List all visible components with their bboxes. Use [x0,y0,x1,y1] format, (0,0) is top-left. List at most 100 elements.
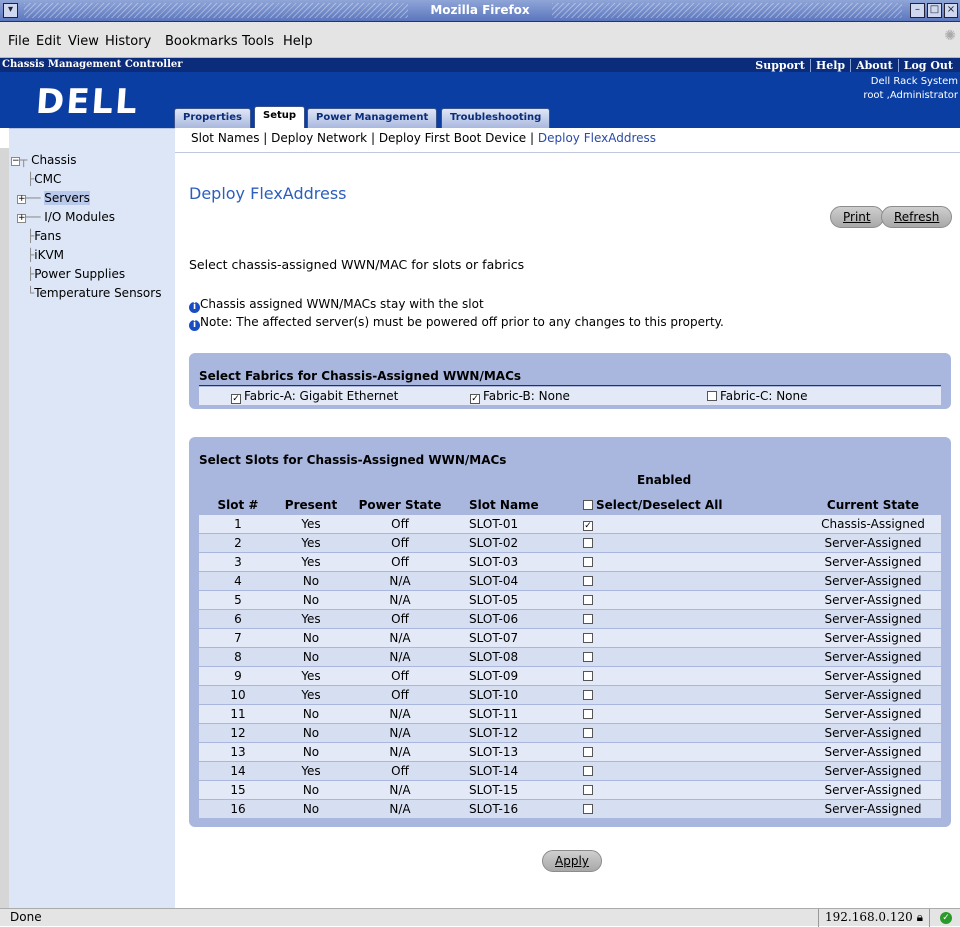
table-row: 8 No N/A SLOT-08 Server-Assigned [199,646,941,666]
slot-name-cell: SLOT-12 [455,722,575,742]
slot-enabled-checkbox[interactable]: ✓ [583,521,593,531]
power-state-cell: Off [345,608,455,628]
power-state-cell: Off [345,760,455,780]
app-title: Chassis Management Controller [2,59,183,70]
present-cell: No [277,627,345,647]
slot-number: 1 [199,513,277,533]
subnav-sep: | [370,131,375,145]
slots-title: Select Slots for Chassis-Assigned WWN/MA… [199,453,507,467]
current-state-cell: Server-Assigned [805,532,941,552]
slot-enabled-checkbox[interactable] [583,556,593,567]
menu-tools[interactable]: Tools [242,34,274,49]
subnav-deploy-flexaddress[interactable]: Deploy FlexAddress [538,131,656,145]
table-row: 5 No N/A SLOT-05 Server-Assigned [199,589,941,609]
tree-item-servers[interactable]: +── Servers [17,191,90,205]
fabric-b-checkbox[interactable]: ✓ [470,394,480,404]
slot-enabled-checkbox[interactable] [583,632,593,643]
menu-file[interactable]: File [8,34,30,49]
tree-item-temperature-sensors[interactable]: └Temperature Sensors [27,286,161,300]
power-state-cell: N/A [345,589,455,609]
tab-setup[interactable]: Setup [254,106,306,128]
slot-enabled-checkbox[interactable] [583,727,593,738]
slot-enabled-checkbox[interactable] [583,651,593,662]
refresh-button[interactable]: Refresh [881,206,953,228]
tree-item-cmc[interactable]: ├CMC [27,172,61,186]
tree-item-chassis[interactable]: −┬ Chassis [11,153,77,167]
note-2-text: Note: The affected server(s) must be pow… [200,315,724,329]
slot-name-cell: SLOT-04 [455,570,575,590]
enabled-cell [575,798,805,818]
fabric-b-option[interactable]: ✓ Fabric-B: None [470,389,570,404]
collapse-icon[interactable]: − [11,157,20,166]
current-state-cell: Server-Assigned [805,646,941,666]
subnav: Slot Names | Deploy Network | Deploy Fir… [191,131,656,145]
slot-number: 3 [199,551,277,571]
tree-item-fans[interactable]: ├Fans [27,229,61,243]
table-row: 12 No N/A SLOT-12 Server-Assigned [199,722,941,742]
enabled-cell [575,646,805,666]
subnav-deploy-first-boot[interactable]: Deploy First Boot Device [379,131,526,145]
table-row: 15 No N/A SLOT-15 Server-Assigned [199,779,941,799]
col-select-all[interactable]: Select/Deselect All [575,497,805,514]
slot-enabled-checkbox[interactable] [583,537,593,548]
subnav-slot-names[interactable]: Slot Names [191,131,259,145]
slot-enabled-checkbox[interactable] [583,594,593,605]
slot-enabled-checkbox[interactable] [583,746,593,757]
title-bar: ▾ Mozilla Firefox – □ × [0,0,960,22]
status-bar: Done 192.168.0.120 🔒︎ ✓ [0,908,960,927]
apply-button[interactable]: Apply [542,850,602,872]
slot-number: 13 [199,741,277,761]
tree-item-power-supplies[interactable]: ├Power Supplies [27,267,125,281]
support-link[interactable]: Support [750,59,810,72]
col-slot: Slot # [217,498,259,513]
slot-enabled-checkbox[interactable] [583,765,593,776]
slot-enabled-checkbox[interactable] [583,784,593,795]
menu-view[interactable]: View [68,34,99,49]
table-row: 16 No N/A SLOT-16 Server-Assigned [199,798,941,818]
tree-item-ikvm[interactable]: ├iKVM [27,248,64,262]
expand-icon[interactable]: + [17,214,26,223]
maximize-icon[interactable]: □ [927,3,942,18]
enabled-cell [575,589,805,609]
fabric-c-option[interactable]: Fabric-C: None [707,389,808,403]
info-icon: i [189,320,200,331]
help-link[interactable]: Help [809,59,851,72]
slot-enabled-checkbox[interactable] [583,708,593,719]
present-cell: Yes [277,608,345,628]
fabric-a-option[interactable]: ✓ Fabric-A: Gigabit Ethernet [231,389,398,404]
logout-link[interactable]: Log Out [897,59,958,72]
power-state-cell: Off [345,684,455,704]
minimize-icon[interactable]: – [910,3,925,18]
slot-number: 16 [199,798,277,818]
tab-troubleshooting[interactable]: Troubleshooting [441,108,551,128]
tree-item-io-modules[interactable]: +── I/O Modules [17,210,115,224]
fabric-c-checkbox[interactable] [707,391,717,401]
slot-enabled-checkbox[interactable] [583,613,593,624]
slot-name-cell: SLOT-05 [455,589,575,609]
subnav-deploy-network[interactable]: Deploy Network [271,131,367,145]
menu-help[interactable]: Help [283,34,313,49]
menu-history[interactable]: History [105,34,151,49]
slot-enabled-checkbox[interactable] [583,670,593,681]
expand-icon[interactable]: + [17,195,26,204]
about-link[interactable]: About [850,59,898,72]
menu-bookmarks[interactable]: Bookmarks [165,34,238,49]
slot-enabled-checkbox[interactable] [583,689,593,700]
menu-edit[interactable]: Edit [36,34,61,49]
user-name: root ,Administrator [863,90,958,101]
enabled-cell [575,532,805,552]
slot-enabled-checkbox[interactable] [583,575,593,586]
close-icon[interactable]: × [944,3,958,18]
table-row: 1 Yes Off SLOT-01 ✓ Chassis-Assigned [199,513,941,533]
fabric-a-checkbox[interactable]: ✓ [231,394,241,404]
present-cell: No [277,798,345,818]
slot-enabled-checkbox[interactable] [583,803,593,814]
present-cell: No [277,646,345,666]
print-button[interactable]: Print [830,206,884,228]
sidebar-tree: −┬ Chassis ├CMC +── Servers +── I/O Modu… [9,128,175,908]
table-row: 3 Yes Off SLOT-03 Server-Assigned [199,551,941,571]
tab-power-management[interactable]: Power Management [307,108,438,128]
select-all-checkbox[interactable] [583,500,593,511]
present-cell: Yes [277,760,345,780]
tab-properties[interactable]: Properties [174,108,251,128]
